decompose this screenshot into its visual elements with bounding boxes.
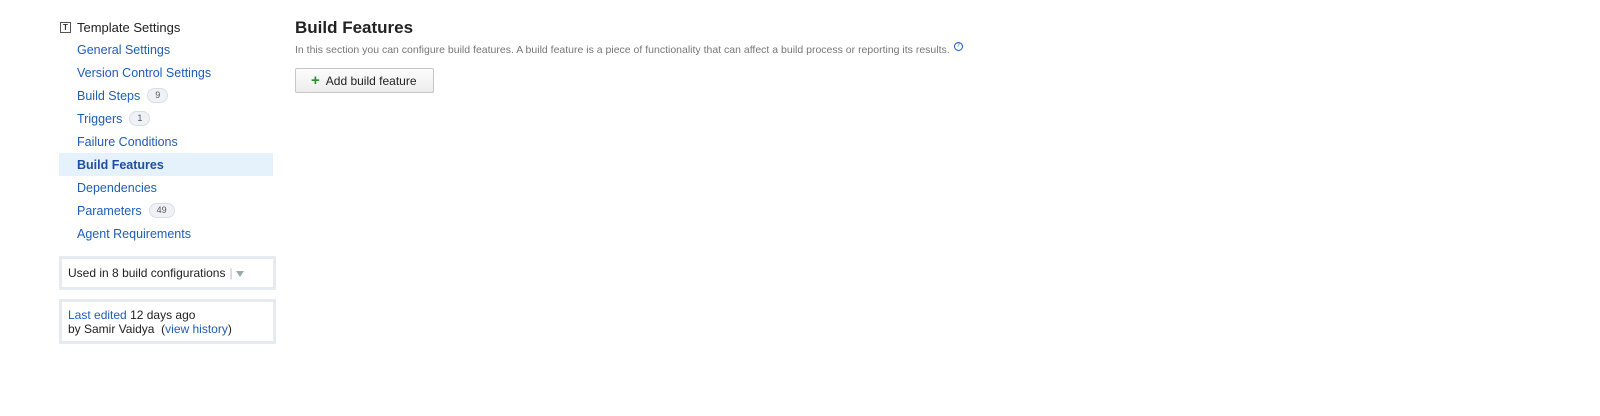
sidebar-item-label: Dependencies: [77, 180, 157, 195]
sidebar-item-label: Failure Conditions: [77, 134, 178, 149]
sidebar-item-build-steps[interactable]: Build Steps 9: [59, 84, 273, 107]
last-edited-link[interactable]: Last edited: [68, 308, 127, 322]
last-edited-by: by Samir Vaidya: [68, 322, 155, 336]
plus-icon: +: [311, 72, 320, 89]
sidebar-item-failure-conditions[interactable]: Failure Conditions: [59, 130, 273, 153]
used-in-box: Used in 8 build configurations |: [59, 256, 276, 290]
sidebar-item-label: Agent Requirements: [77, 226, 191, 241]
section-description: In this section you can configure build …: [295, 42, 963, 56]
count-badge: 49: [148, 203, 175, 218]
sidebar-title: Template Settings: [77, 19, 181, 35]
page-title: Build Features: [295, 18, 414, 37]
sidebar-item-parameters[interactable]: Parameters 49: [59, 199, 273, 222]
used-in-suffix: build configurations: [122, 266, 226, 280]
sidebar-item-label: General Settings: [77, 42, 171, 57]
help-icon[interactable]: ?: [953, 42, 963, 51]
used-in-count: 8: [112, 266, 119, 280]
sidebar: T Template Settings General Settings Ver…: [59, 16, 276, 344]
sidebar-item-label: Parameters: [77, 203, 142, 218]
sidebar-item-label: Build Steps: [77, 88, 141, 103]
count-badge: 9: [147, 88, 169, 103]
view-history-link[interactable]: view history: [165, 322, 228, 336]
sidebar-item-general-settings[interactable]: General Settings: [59, 38, 273, 61]
sidebar-item-version-control-settings[interactable]: Version Control Settings: [59, 61, 273, 84]
add-build-feature-button[interactable]: + Add build feature: [295, 68, 434, 93]
settings-nav: General Settings Version Control Setting…: [59, 38, 273, 245]
count-badge: 1: [129, 111, 151, 126]
sidebar-item-dependencies[interactable]: Dependencies: [59, 176, 273, 199]
chevron-down-icon[interactable]: [235, 271, 244, 277]
add-build-feature-label: Add build feature: [325, 73, 417, 88]
last-edited-time: 12 days ago: [130, 308, 196, 322]
sidebar-item-label: Version Control Settings: [77, 65, 212, 80]
sidebar-item-label: Triggers: [77, 111, 123, 126]
sidebar-item-triggers[interactable]: Triggers 1: [59, 107, 273, 130]
used-in-prefix: Used in: [68, 266, 109, 280]
sidebar-item-label: Build Features: [77, 157, 164, 172]
sidebar-item-build-features[interactable]: Build Features: [59, 153, 273, 176]
separator: |: [229, 266, 233, 280]
main-content: Build Features In this section you can c…: [295, 16, 963, 93]
template-icon: T: [60, 21, 71, 33]
sidebar-header: T Template Settings: [59, 16, 273, 38]
last-edited-box: Last edited 12 days ago by Samir Vaidya …: [59, 299, 276, 344]
description-text: In this section you can configure build …: [295, 44, 950, 56]
sidebar-item-agent-requirements[interactable]: Agent Requirements: [59, 222, 273, 245]
